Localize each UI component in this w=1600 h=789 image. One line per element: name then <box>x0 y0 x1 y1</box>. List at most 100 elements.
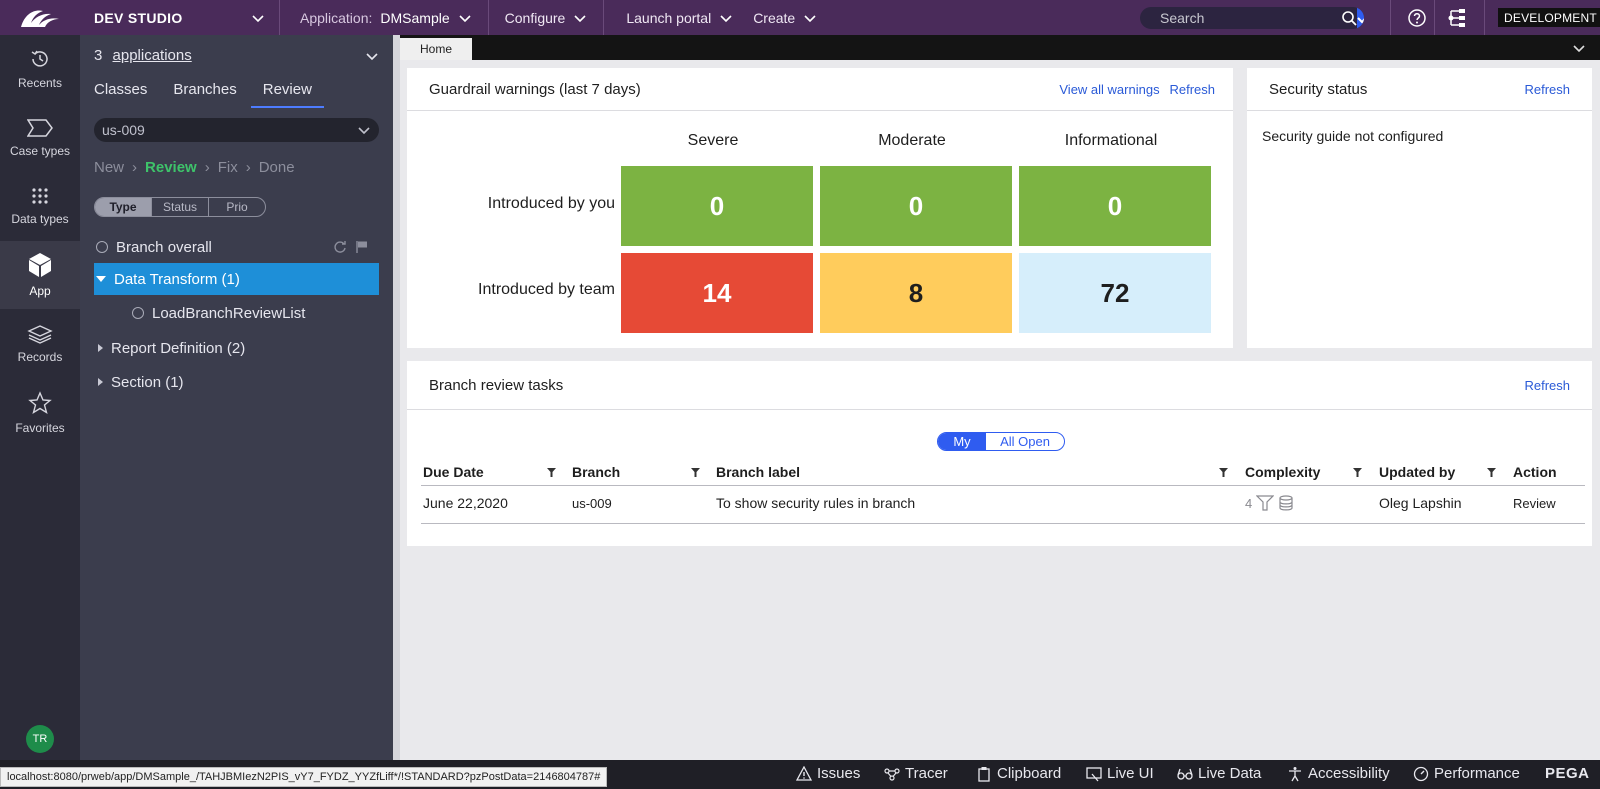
header-updated-by[interactable]: Updated by <box>1379 464 1455 480</box>
pega-logo-icon <box>21 10 59 27</box>
nav-data-types-label: Data types <box>11 212 69 226</box>
avatar[interactable]: TR <box>26 725 54 753</box>
clipboard-button[interactable]: Clipboard <box>976 765 1061 782</box>
help-button[interactable] <box>1407 8 1427 28</box>
chevron-down-icon[interactable] <box>365 49 379 63</box>
guardrail-title: Guardrail warnings (last 7 days) <box>429 80 641 98</box>
branch-review-refresh-link[interactable]: Refresh <box>1524 378 1570 393</box>
header-complexity[interactable]: Complexity <box>1245 464 1320 480</box>
app-explorer-button[interactable] <box>1447 8 1469 28</box>
tab-branches[interactable]: Branches <box>173 79 248 108</box>
tracer-label: Tracer <box>905 765 948 782</box>
applications-link[interactable]: applications <box>113 47 192 64</box>
nav-records[interactable]: Records <box>0 310 80 378</box>
review-link[interactable]: Review <box>1513 496 1556 511</box>
radio-icon <box>132 307 144 319</box>
branch-select[interactable]: us-009 <box>94 118 379 142</box>
search-button[interactable] <box>1341 7 1357 29</box>
launch-portal-menu[interactable]: Launch portal <box>604 0 749 35</box>
flag-icon[interactable] <box>355 240 369 254</box>
filter-icon[interactable] <box>547 468 556 477</box>
environment-badge: DEVELOPMENT <box>1498 8 1600 27</box>
nav-recents[interactable]: Recents <box>0 35 80 103</box>
data-types-icon <box>32 188 48 204</box>
filter-icon[interactable] <box>1219 468 1228 477</box>
chevron-down-icon <box>358 127 370 135</box>
search-input[interactable] <box>1140 7 1341 29</box>
live-ui-button[interactable]: Live UI <box>1086 765 1154 782</box>
performance-button[interactable]: Performance <box>1413 765 1520 782</box>
security-refresh-link[interactable]: Refresh <box>1524 82 1570 97</box>
caret-down-icon[interactable] <box>96 276 106 282</box>
you-severe-cell[interactable]: 0 <box>621 166 813 246</box>
view-all-warnings-link[interactable]: View all warnings <box>1059 82 1159 97</box>
work-tab-bar: Home <box>400 35 1600 60</box>
accessibility-button[interactable]: Accessibility <box>1287 765 1390 782</box>
stage-separator-icon: › <box>245 159 251 176</box>
create-menu[interactable]: Create <box>749 0 833 35</box>
live-data-button[interactable]: Live Data <box>1177 765 1261 782</box>
group-by-prio[interactable]: Prio <box>209 198 265 216</box>
stage-new[interactable]: New <box>94 159 124 176</box>
column-severe: Severe <box>687 132 739 149</box>
stage-fix[interactable]: Fix <box>218 159 238 176</box>
caret-right-icon[interactable] <box>98 378 103 386</box>
group-by-toggle: Type Status Prio <box>94 197 266 217</box>
toggle-my[interactable]: My <box>938 433 986 450</box>
refresh-icon[interactable] <box>333 240 347 254</box>
tree-branch-overall[interactable]: Branch overall <box>94 231 379 263</box>
configure-menu[interactable]: Configure <box>489 0 605 35</box>
header-branch-label[interactable]: Branch label <box>716 464 800 480</box>
tab-review[interactable]: Review <box>250 79 324 108</box>
pega-logo[interactable] <box>0 0 80 35</box>
group-by-type[interactable]: Type <box>95 198 152 216</box>
tracer-button[interactable]: Tracer <box>884 765 948 782</box>
panel-resize-handle[interactable] <box>393 35 400 760</box>
configure-label: Configure <box>504 9 566 26</box>
header-branch[interactable]: Branch <box>572 464 620 480</box>
application-value: DMSample <box>380 9 450 26</box>
clipboard-label: Clipboard <box>997 765 1062 782</box>
hierarchy-icon <box>1448 9 1465 27</box>
studio-label: DEV STUDIO <box>94 9 183 26</box>
you-informational-cell[interactable]: 0 <box>1019 166 1211 246</box>
team-moderate-cell[interactable]: 8 <box>820 253 1012 333</box>
header-due-date[interactable]: Due Date <box>423 464 484 480</box>
toggle-all-open[interactable]: All Open <box>986 433 1064 450</box>
chevron-down-icon <box>720 14 732 22</box>
tracer-icon <box>884 767 900 781</box>
nav-favorites[interactable]: Favorites <box>0 379 80 447</box>
group-by-status[interactable]: Status <box>152 198 209 216</box>
team-severe-cell[interactable]: 14 <box>621 253 813 333</box>
search-submit-button[interactable] <box>1357 7 1364 29</box>
cell-branch-link[interactable]: us-009 <box>572 496 612 511</box>
app-explorer-panel: 3 applications Classes Branches Review u… <box>80 35 393 760</box>
tree-item-label: Data Transform (1) <box>114 270 240 288</box>
tab-home[interactable]: Home <box>400 38 472 60</box>
team-informational-cell[interactable]: 72 <box>1019 253 1211 333</box>
tree-report-definition[interactable]: Report Definition (2) <box>94 332 379 364</box>
issues-button[interactable]: Issues <box>796 765 860 782</box>
history-icon <box>31 50 48 67</box>
nav-case-types[interactable]: Case types <box>0 104 80 172</box>
caret-right-icon[interactable] <box>98 344 103 352</box>
stage-done[interactable]: Done <box>259 159 295 176</box>
tree-section[interactable]: Section (1) <box>94 366 379 398</box>
you-moderate-cell[interactable]: 0 <box>820 166 1012 246</box>
explorer-tabs: Classes Branches Review <box>94 79 338 108</box>
nav-app[interactable]: App <box>0 241 80 309</box>
chevron-down-icon[interactable] <box>1572 41 1586 55</box>
application-menu[interactable]: Application: DMSample <box>280 0 489 35</box>
filter-icon[interactable] <box>691 468 700 477</box>
tree-data-transform[interactable]: Data Transform (1) <box>94 263 379 295</box>
security-title: Security status <box>1269 80 1368 98</box>
tab-classes[interactable]: Classes <box>94 79 159 108</box>
filter-icon[interactable] <box>1353 468 1362 477</box>
glasses-icon <box>1177 768 1193 780</box>
nav-data-types[interactable]: Data types <box>0 172 80 240</box>
stage-review[interactable]: Review <box>145 159 197 176</box>
tree-load-branch-review-list[interactable]: LoadBranchReviewList <box>94 297 379 329</box>
studio-switcher[interactable]: DEV STUDIO <box>80 0 280 35</box>
filter-icon[interactable] <box>1487 468 1496 477</box>
guardrail-refresh-link[interactable]: Refresh <box>1169 82 1215 97</box>
